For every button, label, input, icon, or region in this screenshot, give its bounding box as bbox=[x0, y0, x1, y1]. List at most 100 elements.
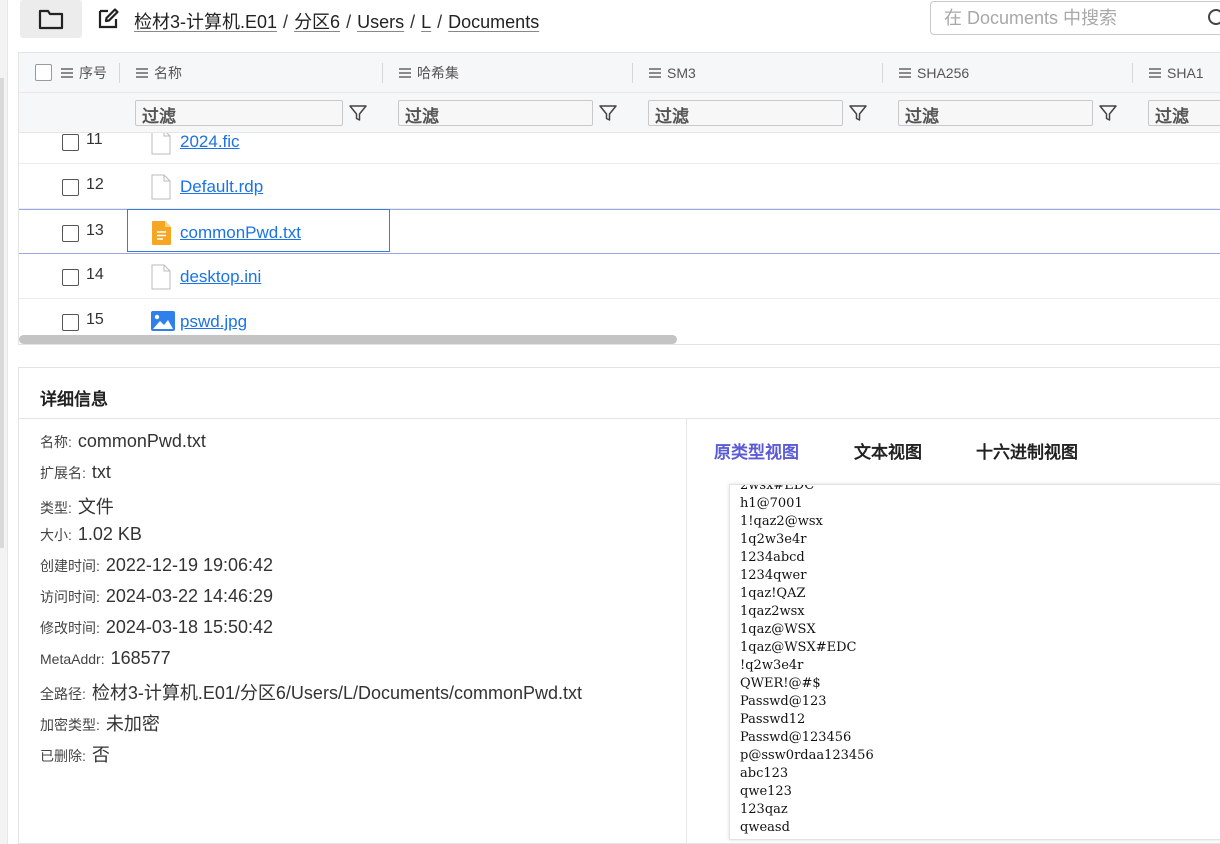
property-extension: 扩展名: txt bbox=[40, 462, 111, 483]
tab-native-view[interactable]: 原类型视图 bbox=[714, 438, 799, 463]
row-checkbox[interactable] bbox=[62, 314, 79, 331]
row-checkbox[interactable] bbox=[62, 134, 79, 151]
divider bbox=[19, 418, 1220, 419]
table-row-selected[interactable]: 13 commonPwd.txt bbox=[19, 209, 1220, 254]
column-header-sm3[interactable]: SM3 bbox=[649, 53, 696, 93]
file-name-link[interactable]: 2024.fic bbox=[180, 133, 240, 152]
property-label: 加密类型: bbox=[40, 717, 100, 733]
file-name-link[interactable]: commonPwd.txt bbox=[180, 223, 301, 243]
breadcrumb-item-user[interactable]: L bbox=[421, 12, 431, 32]
column-label: SHA256 bbox=[917, 65, 970, 81]
table-row[interactable]: 12 Default.rdp bbox=[19, 164, 1220, 209]
name-filter-input[interactable]: 过滤 bbox=[135, 100, 343, 126]
property-value: 检材3-计算机.E01/分区6/Users/L/Documents/common… bbox=[91, 683, 583, 703]
column-label: 序号 bbox=[79, 65, 107, 81]
property-value: commonPwd.txt bbox=[77, 431, 206, 451]
table-row[interactable]: 14 desktop.ini bbox=[19, 254, 1220, 299]
property-value: 2022-12-19 19:06:42 bbox=[105, 555, 274, 575]
gutter-scrollbar[interactable] bbox=[0, 78, 4, 548]
property-label: 全路径: bbox=[40, 686, 86, 702]
property-value: 未加密 bbox=[105, 714, 160, 734]
sha256-filter-input[interactable]: 过滤 bbox=[898, 100, 1093, 126]
select-all-checkbox[interactable] bbox=[35, 64, 52, 81]
content-line: !q2w3e4r bbox=[740, 658, 804, 673]
search-icon[interactable] bbox=[1207, 8, 1220, 30]
table-row[interactable]: 11 2024.fic bbox=[19, 133, 1220, 164]
content-line: 123qaz bbox=[740, 802, 788, 817]
column-label: SHA1 bbox=[1167, 65, 1204, 81]
horizontal-scrollbar-thumb[interactable] bbox=[19, 335, 677, 344]
column-header-hashset[interactable]: 哈希集 bbox=[399, 53, 459, 93]
column-menu-icon bbox=[649, 68, 661, 78]
property-type: 类型: 文件 bbox=[40, 493, 114, 519]
property-value: 否 bbox=[91, 745, 110, 765]
column-label: 名称 bbox=[154, 65, 182, 81]
file-content-viewer[interactable]: 2wsx#EDC h1@7001 1!qaz2@wsx 1q2w3e4r 1234abc… bbox=[729, 484, 1220, 840]
property-label: 创建时间: bbox=[40, 558, 100, 574]
breadcrumb-item-partition[interactable]: 分区6 bbox=[294, 12, 340, 32]
content-line: Passwd@123 bbox=[740, 694, 827, 709]
tab-hex-view[interactable]: 十六进制视图 bbox=[976, 438, 1078, 463]
property-accessed: 访问时间: 2024-03-22 14:46:29 bbox=[40, 586, 273, 607]
column-header-index[interactable]: 序号 bbox=[61, 53, 107, 93]
file-name-link[interactable]: Default.rdp bbox=[180, 177, 263, 197]
row-index: 15 bbox=[86, 311, 104, 328]
property-label: 已删除: bbox=[40, 748, 86, 764]
filter-icon[interactable] bbox=[848, 103, 868, 123]
table-row[interactable]: 15 pswd.jpg bbox=[19, 299, 1220, 331]
file-icon bbox=[151, 264, 171, 290]
content-line: 1qaz@WSX bbox=[740, 622, 816, 637]
content-line: h1@7001 bbox=[740, 496, 803, 511]
file-icon bbox=[151, 133, 171, 155]
details-panel: 详细信息 名称: commonPwd.txt 扩展名: txt 类型: 文件 大小: 1… bbox=[18, 367, 1220, 844]
property-label: MetaAddr: bbox=[40, 651, 105, 667]
edit-icon[interactable] bbox=[96, 7, 120, 31]
filter-icon[interactable] bbox=[598, 103, 618, 123]
column-resizer[interactable] bbox=[632, 63, 633, 83]
breadcrumb-separator: / bbox=[437, 12, 443, 32]
breadcrumb-item-evidence[interactable]: 检材3-计算机.E01 bbox=[134, 12, 277, 32]
column-header-sha1[interactable]: SHA1 bbox=[1149, 53, 1204, 93]
sm3-filter-input[interactable]: 过滤 bbox=[648, 100, 843, 126]
column-resizer[interactable] bbox=[382, 63, 383, 83]
folder-button[interactable] bbox=[20, 0, 82, 38]
content-line: 2wsx#EDC bbox=[740, 484, 815, 493]
search-box bbox=[930, 1, 1220, 35]
property-metaaddr: MetaAddr: 168577 bbox=[40, 648, 171, 669]
file-name-link[interactable]: pswd.jpg bbox=[180, 312, 247, 331]
row-checkbox[interactable] bbox=[62, 269, 79, 286]
property-label: 修改时间: bbox=[40, 620, 100, 636]
column-header-sha256[interactable]: SHA256 bbox=[899, 53, 969, 93]
column-menu-icon bbox=[899, 68, 911, 78]
filter-row: 过滤 过滤 过滤 过滤 过滤 bbox=[19, 93, 1220, 133]
file-name-link[interactable]: desktop.ini bbox=[180, 267, 261, 287]
property-label: 名称: bbox=[40, 434, 72, 450]
hashset-filter-input[interactable]: 过滤 bbox=[398, 100, 593, 126]
content-line: 1234abcd bbox=[740, 550, 805, 565]
column-resizer[interactable] bbox=[119, 63, 120, 83]
column-resizer[interactable] bbox=[1132, 63, 1133, 83]
content-line: Passwd12 bbox=[740, 712, 806, 727]
breadcrumb-item-documents[interactable]: Documents bbox=[448, 12, 539, 32]
filter-icon[interactable] bbox=[1098, 103, 1118, 123]
row-checkbox[interactable] bbox=[62, 179, 79, 196]
left-gutter bbox=[0, 0, 8, 844]
property-label: 访问时间: bbox=[40, 589, 100, 605]
row-checkbox[interactable] bbox=[62, 225, 79, 242]
tab-text-view[interactable]: 文本视图 bbox=[854, 438, 922, 463]
search-input[interactable] bbox=[944, 3, 1184, 33]
column-menu-icon bbox=[61, 68, 73, 78]
breadcrumb-item-users[interactable]: Users bbox=[357, 12, 404, 32]
property-encryption: 加密类型: 未加密 bbox=[40, 710, 160, 736]
content-line: 1234qwer bbox=[740, 568, 807, 583]
content-line: QWER!@#$ bbox=[740, 676, 821, 691]
table-header: 序号 名称 哈希集 SM3 SHA256 SHA1 bbox=[19, 53, 1220, 93]
row-index: 12 bbox=[86, 176, 104, 193]
sha1-filter-input[interactable]: 过滤 bbox=[1148, 100, 1220, 126]
content-line: qweasd bbox=[740, 820, 790, 835]
content-line: 1!qaz2@wsx bbox=[740, 514, 823, 529]
filter-icon[interactable] bbox=[348, 103, 368, 123]
column-resizer[interactable] bbox=[882, 63, 883, 83]
text-file-icon bbox=[152, 221, 171, 245]
column-header-name[interactable]: 名称 bbox=[136, 53, 182, 93]
